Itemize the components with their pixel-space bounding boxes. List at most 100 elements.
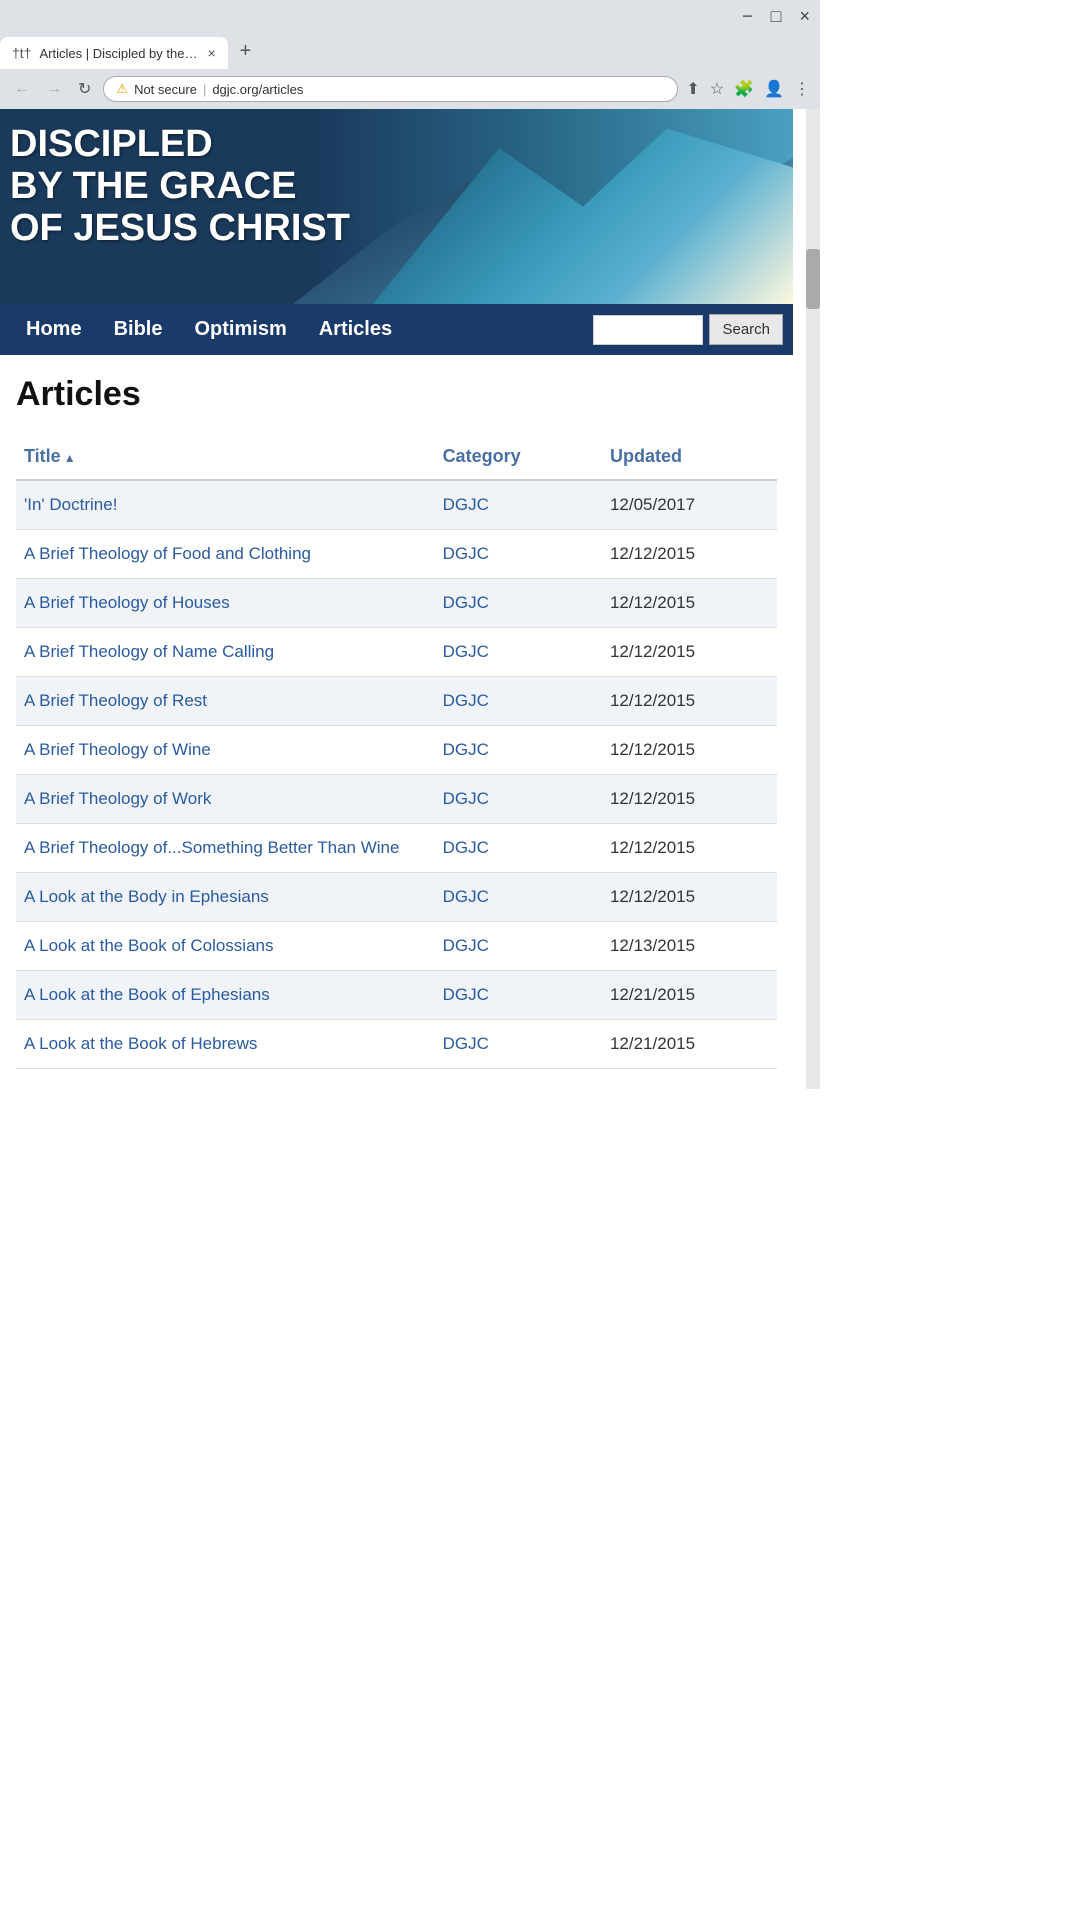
table-row: A Brief Theology of...Something Better T… bbox=[16, 824, 777, 873]
tab-close-button[interactable]: × bbox=[207, 45, 215, 61]
share-icon[interactable]: ⬆ bbox=[686, 79, 699, 99]
article-title-cell: A Brief Theology of Name Calling bbox=[16, 628, 435, 677]
table-row: A Look at the Body in Ephesians DGJC12/12… bbox=[16, 873, 777, 922]
nav-optimism[interactable]: Optimism bbox=[178, 304, 302, 355]
table-row: A Look at the Book of Colossians DGJC12/1… bbox=[16, 922, 777, 971]
col-updated-header[interactable]: Updated bbox=[602, 438, 777, 480]
back-button[interactable]: ← bbox=[10, 76, 34, 102]
page-title: Articles bbox=[16, 375, 777, 414]
article-category-cell: DGJC bbox=[435, 579, 602, 628]
menu-icon[interactable]: ⋮ bbox=[794, 79, 810, 99]
address-url: dgjc.org/articles bbox=[212, 82, 303, 97]
table-row: 'In' Doctrine! DGJC12/05/2017 bbox=[16, 480, 777, 530]
article-link[interactable]: A Look at the Book of Colossians bbox=[24, 936, 274, 955]
article-title-cell: A Brief Theology of Food and Clothing bbox=[16, 530, 435, 579]
article-link[interactable]: A Look at the Body in Ephesians bbox=[24, 887, 269, 906]
article-date-cell: 12/21/2015 bbox=[602, 971, 777, 1020]
nav-bar: Home Bible Optimism Articles Search bbox=[0, 304, 793, 355]
table-row: A Look at the Book of Ephesians DGJC12/21… bbox=[16, 971, 777, 1020]
article-date-cell: 12/12/2015 bbox=[602, 579, 777, 628]
active-tab[interactable]: †t† Articles | Discipled by the Grace ..… bbox=[0, 37, 228, 69]
article-link[interactable]: A Look at the Book of Ephesians bbox=[24, 985, 270, 1004]
article-date-cell: 12/12/2015 bbox=[602, 873, 777, 922]
article-title-cell: A Look at the Body in Ephesians bbox=[16, 873, 435, 922]
scrollbar-thumb[interactable] bbox=[806, 249, 820, 309]
article-link[interactable]: A Brief Theology of Houses bbox=[24, 593, 230, 612]
security-label: Not secure bbox=[134, 82, 197, 97]
minimize-button[interactable]: − bbox=[742, 6, 753, 27]
article-date-cell: 12/12/2015 bbox=[602, 677, 777, 726]
article-title-cell: A Look at the Book of Ephesians bbox=[16, 971, 435, 1020]
article-category-cell: DGJC bbox=[435, 824, 602, 873]
article-date-cell: 12/12/2015 bbox=[602, 628, 777, 677]
article-category-cell: DGJC bbox=[435, 775, 602, 824]
article-title-cell: A Look at the Book of Colossians bbox=[16, 922, 435, 971]
close-window-button[interactable]: × bbox=[799, 6, 810, 27]
nav-bible[interactable]: Bible bbox=[98, 304, 179, 355]
article-date-cell: 12/13/2015 bbox=[602, 922, 777, 971]
article-link[interactable]: A Brief Theology of Food and Clothing bbox=[24, 544, 311, 563]
forward-button[interactable]: → bbox=[42, 76, 66, 102]
article-category-cell: DGJC bbox=[435, 922, 602, 971]
article-category-cell: DGJC bbox=[435, 1020, 602, 1069]
article-title-cell: A Brief Theology of Rest bbox=[16, 677, 435, 726]
sort-arrow-icon: ▲ bbox=[64, 451, 76, 465]
table-row: A Look at the Book of Hebrews DGJC12/21/2… bbox=[16, 1020, 777, 1069]
table-row: A Brief Theology of Rest DGJC12/12/2015 bbox=[16, 677, 777, 726]
article-link[interactable]: A Brief Theology of Rest bbox=[24, 691, 207, 710]
content-area: Articles Title▲ Category Updated 'In' Do… bbox=[0, 355, 793, 1089]
search-button[interactable]: Search bbox=[709, 314, 783, 345]
nav-articles[interactable]: Articles bbox=[303, 304, 408, 355]
address-bar: ← → ↻ ⚠ Not secure | dgjc.org/articles ⬆… bbox=[0, 69, 820, 109]
article-link[interactable]: A Brief Theology of Wine bbox=[24, 740, 211, 759]
scrollbar-track bbox=[806, 109, 820, 1089]
search-box: Search bbox=[593, 314, 783, 345]
article-title-cell: A Brief Theology of Wine bbox=[16, 726, 435, 775]
table-row: A Brief Theology of Wine DGJC12/12/2015 bbox=[16, 726, 777, 775]
tab-title: Articles | Discipled by the Grace ... bbox=[39, 46, 199, 61]
article-date-cell: 12/12/2015 bbox=[602, 824, 777, 873]
article-link[interactable]: A Brief Theology of...Something Better T… bbox=[24, 838, 399, 857]
new-tab-button[interactable]: + bbox=[228, 33, 264, 69]
article-category-cell: DGJC bbox=[435, 971, 602, 1020]
article-date-cell: 12/12/2015 bbox=[602, 726, 777, 775]
bookmark-icon[interactable]: ☆ bbox=[710, 79, 724, 99]
col-category-header[interactable]: Category bbox=[435, 438, 602, 480]
extensions-icon[interactable]: 🧩 bbox=[734, 79, 754, 99]
article-date-cell: 12/21/2015 bbox=[602, 1020, 777, 1069]
table-row: A Brief Theology of Food and Clothing DGJ… bbox=[16, 530, 777, 579]
search-input[interactable] bbox=[593, 315, 703, 345]
articles-table: Title▲ Category Updated 'In' Doctrine! DG… bbox=[16, 438, 777, 1069]
article-link[interactable]: 'In' Doctrine! bbox=[24, 495, 117, 514]
article-title-cell: 'In' Doctrine! bbox=[16, 480, 435, 530]
address-separator: | bbox=[203, 82, 206, 97]
article-link[interactable]: A Brief Theology of Work bbox=[24, 789, 211, 808]
article-category-cell: DGJC bbox=[435, 726, 602, 775]
article-link[interactable]: A Look at the Book of Hebrews bbox=[24, 1034, 257, 1053]
table-row: A Brief Theology of WorkDGJC12/12/2015 bbox=[16, 775, 777, 824]
article-date-cell: 12/12/2015 bbox=[602, 530, 777, 579]
url-bar[interactable]: ⚠ Not secure | dgjc.org/articles bbox=[103, 76, 678, 102]
table-row: A Brief Theology of Houses DGJC12/12/2015 bbox=[16, 579, 777, 628]
article-date-cell: 12/05/2017 bbox=[602, 480, 777, 530]
article-title-cell: A Brief Theology of...Something Better T… bbox=[16, 824, 435, 873]
profile-icon[interactable]: 👤 bbox=[764, 79, 784, 99]
article-category-cell: DGJC bbox=[435, 480, 602, 530]
security-warning-icon: ⚠ bbox=[116, 81, 128, 97]
reload-button[interactable]: ↻ bbox=[74, 75, 95, 103]
article-category-cell: DGJC bbox=[435, 677, 602, 726]
article-title-cell: A Brief Theology of Work bbox=[16, 775, 435, 824]
article-category-cell: DGJC bbox=[435, 628, 602, 677]
col-title-header[interactable]: Title▲ bbox=[16, 438, 435, 480]
table-row: A Brief Theology of Name Calling DGJC12/1… bbox=[16, 628, 777, 677]
article-category-cell: DGJC bbox=[435, 530, 602, 579]
toolbar-icons: ⬆ ☆ 🧩 👤 ⋮ bbox=[686, 79, 810, 99]
article-title-cell: A Look at the Book of Hebrews bbox=[16, 1020, 435, 1069]
article-category-cell: DGJC bbox=[435, 873, 602, 922]
nav-home[interactable]: Home bbox=[10, 304, 98, 355]
hero-text: DISCIPLED BY THE GRACE OF JESUS CHRIST bbox=[10, 124, 350, 249]
tab-favicon-icon: †t† bbox=[12, 45, 31, 61]
maximize-button[interactable]: □ bbox=[771, 6, 782, 27]
article-link[interactable]: A Brief Theology of Name Calling bbox=[24, 642, 274, 661]
article-title-cell: A Brief Theology of Houses bbox=[16, 579, 435, 628]
